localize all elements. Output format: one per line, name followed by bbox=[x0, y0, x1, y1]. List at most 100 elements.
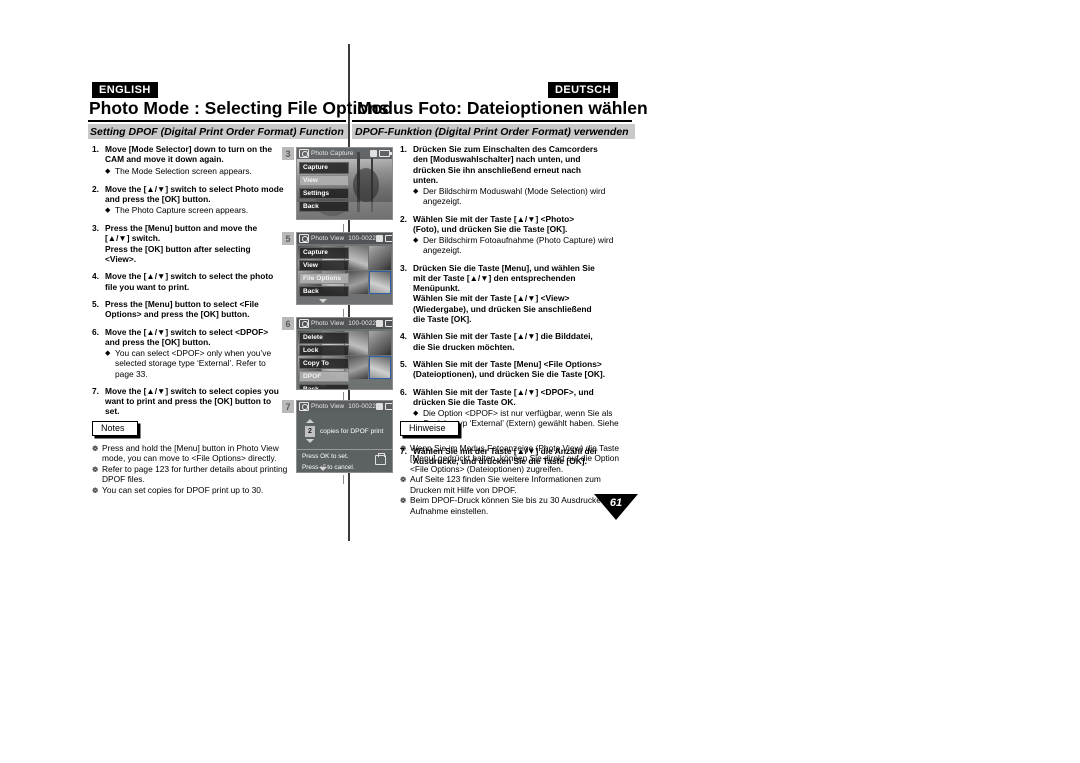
screen-menu-item[interactable]: Copy To bbox=[299, 357, 349, 370]
step-text: Move [Mode Selector] down to turn on the… bbox=[105, 144, 284, 177]
dpof-copies-value[interactable]: 2 bbox=[305, 426, 315, 437]
screen-status-icons-7 bbox=[376, 402, 392, 411]
note-item: ❁ You can set copies for DPOF print up to… bbox=[92, 485, 290, 496]
diamond-bullet-icon: ◆ bbox=[105, 167, 111, 175]
clover-bullet-icon: ❁ bbox=[400, 475, 407, 485]
step-line: Wählen Sie mit der Taste [▲/▼] die Bildd… bbox=[413, 331, 593, 342]
step-line: Move the [▲/▼] switch to select <DPOF> bbox=[105, 326, 269, 337]
screen-status-icons-6 bbox=[376, 319, 392, 328]
step-text: Move the [▲/▼] switch to select Photo mo… bbox=[105, 184, 284, 217]
step-bullet: ◆ Der Bildschirm Moduswahl (Mode Selectio… bbox=[413, 186, 628, 206]
figure-step-badge-6: 6 bbox=[282, 317, 294, 330]
dpof-dialog-body: 2 copies for DPOF print Press OK to set.… bbox=[297, 412, 392, 472]
step-line: Move the [▲/▼] switch to select copies y… bbox=[105, 385, 279, 396]
step-bullets: ◆ The Photo Capture screen appears. bbox=[105, 205, 284, 216]
thumbnail-selected[interactable] bbox=[368, 270, 391, 294]
instruction-step: 1. Move [Mode Selector] down to turn on t… bbox=[92, 144, 284, 177]
step-number: 4. bbox=[92, 271, 99, 282]
thumbnail-selected[interactable] bbox=[368, 355, 391, 379]
figure-step-badge-7: 7 bbox=[282, 400, 294, 413]
step-text: Wählen Sie mit der Taste [Menu] <File Op… bbox=[413, 359, 628, 380]
manual-page: ENGLISH DEUTSCH Photo Mode : Selecting F… bbox=[0, 0, 1080, 763]
step-number: 5. bbox=[92, 298, 99, 309]
figure-dpof-copies-dialog: 2 copies for DPOF print Press OK to set.… bbox=[296, 400, 393, 473]
note-item: ❁ Press and hold the [Menu] button in Pho… bbox=[92, 443, 290, 464]
screen-menu-item[interactable]: Delete bbox=[299, 332, 349, 344]
page-number-badge: 61 bbox=[594, 494, 638, 520]
figure-step-badge-3: 3 bbox=[282, 147, 294, 160]
scroll-down-arrow-icon[interactable] bbox=[319, 299, 327, 303]
step-line: (Dateioptionen), und drücken Sie die Tas… bbox=[413, 369, 606, 380]
screen-menu-item[interactable]: DPOF bbox=[299, 370, 349, 383]
increment-arrow-icon[interactable] bbox=[306, 419, 314, 423]
figure-connector-tick bbox=[343, 475, 344, 484]
step-line: Press the [OK] button after selecting <V… bbox=[105, 243, 251, 265]
clover-bullet-icon: ❁ bbox=[92, 465, 99, 475]
clover-bullet-icon: ❁ bbox=[92, 444, 99, 453]
screen-menu-item[interactable]: Back bbox=[299, 285, 349, 298]
figure-photo-view-file-options: Photo View 100-0022 Capture View File Opti… bbox=[296, 232, 393, 305]
dpof-hint-cancel: Press ⏎ to cancel. bbox=[302, 464, 355, 471]
dpof-hint-ok: Press OK to set. bbox=[302, 453, 349, 460]
step-bullets: ◆ The Mode Selection screen appears. bbox=[105, 166, 284, 177]
step-line: file you want to print. bbox=[105, 281, 190, 292]
screen-menu-item[interactable]: Capture bbox=[299, 247, 349, 259]
instruction-step: 5. Wählen Sie mit der Taste [Menu] <File … bbox=[400, 359, 628, 380]
step-text: Wählen Sie mit der Taste [▲/▼] <Photo> (F… bbox=[413, 214, 628, 256]
screen-menu-item[interactable]: Lock bbox=[299, 344, 349, 357]
bullet-text: You can select <DPOF> only when you’ve s… bbox=[115, 348, 272, 379]
screen-menu-item[interactable]: Back bbox=[299, 383, 349, 389]
screen-status-icons-3 bbox=[370, 149, 392, 158]
screen-menu-item[interactable]: View bbox=[299, 259, 349, 272]
memory-card-icon bbox=[376, 403, 384, 410]
notes-label-english: Notes bbox=[92, 420, 138, 436]
title-rule-english bbox=[88, 120, 346, 122]
screen-menu-5[interactable]: Capture View File Options Back bbox=[299, 247, 349, 299]
step-line: (Foto), und drücken Sie die Taste [OK]. bbox=[413, 223, 568, 234]
step-text: Move the [▲/▼] switch to select the phot… bbox=[105, 271, 284, 292]
notes-list-english: ❁ Press and hold the [Menu] button in Pho… bbox=[92, 443, 290, 496]
screen-menu-item[interactable]: Capture bbox=[299, 162, 349, 174]
notes-box-english: Notes ❁ Press and hold the [Menu] button … bbox=[92, 418, 290, 497]
instruction-step: 2. Wählen Sie mit der Taste [▲/▼] <Photo>… bbox=[400, 214, 628, 256]
camera-icon bbox=[299, 149, 309, 158]
step-number: 1. bbox=[92, 144, 99, 154]
clover-bullet-icon: ❁ bbox=[92, 486, 99, 496]
screen-menu-item[interactable]: File Options bbox=[299, 272, 349, 285]
diamond-bullet-icon: ◆ bbox=[413, 188, 419, 196]
instruction-step: 3. Press the [Menu] button and move the [▲… bbox=[92, 223, 284, 264]
step-line: Wählen Sie mit der Taste [▲/▼] <View> bbox=[413, 293, 570, 304]
screen-menu-6[interactable]: Delete Lock Copy To DPOF Back bbox=[299, 332, 349, 389]
step-line: Move the [▲/▼] switch to select Photo mo… bbox=[105, 183, 284, 194]
screen-titlebar-5: Photo View 100-0022 bbox=[297, 233, 392, 244]
step-bullets: ◆ You can select <DPOF> only when you’ve … bbox=[105, 348, 284, 379]
screen-menu-3[interactable]: Capture View Settings Back bbox=[299, 162, 349, 214]
step-number: 1. bbox=[400, 144, 407, 154]
section-subtitle-english: Setting DPOF (Digital Print Order Format… bbox=[88, 124, 348, 139]
dpof-copies-label: copies for DPOF print bbox=[320, 428, 384, 435]
thumbnail[interactable] bbox=[368, 246, 391, 270]
decrement-arrow-icon[interactable] bbox=[306, 439, 314, 443]
bullet-text: The Photo Capture screen appears. bbox=[115, 205, 249, 216]
bullet-text: Der Bildschirm Moduswahl (Mode Selection… bbox=[423, 186, 606, 207]
instruction-step: 6. Move the [▲/▼] switch to select <DPOF>… bbox=[92, 327, 284, 379]
screen-menu-item[interactable]: View bbox=[299, 174, 349, 187]
screen-titlebar-3: Photo Capture bbox=[297, 148, 392, 159]
step-line: den [Moduswahlschalter] nach unten, und bbox=[413, 154, 581, 165]
step-number: 3. bbox=[92, 223, 99, 234]
memory-card-icon bbox=[376, 320, 384, 327]
screen-menu-item[interactable]: Settings bbox=[299, 187, 349, 200]
screen-menu-item[interactable]: Back bbox=[299, 200, 349, 213]
scroll-down-arrow-icon[interactable] bbox=[319, 467, 327, 471]
step-line: set. bbox=[105, 406, 120, 417]
thumbnail[interactable] bbox=[368, 331, 391, 355]
step-line: and press the [OK] button. bbox=[105, 193, 211, 204]
note-text: Refer to page 123 for further details ab… bbox=[102, 464, 288, 485]
bullet-text: The Mode Selection screen appears. bbox=[115, 165, 252, 176]
step-line: Press the [Menu] button and move the bbox=[105, 223, 258, 234]
dpof-divider bbox=[297, 449, 392, 450]
step-text: Move the [▲/▼] switch to select <DPOF> an… bbox=[105, 327, 284, 379]
step-line: Wählen Sie mit der Taste [Menu] <File Op… bbox=[413, 358, 602, 369]
step-text: Press the [Menu] button and move the [▲/▼… bbox=[105, 223, 284, 264]
figure-photo-capture-menu: Photo Capture Capture View Settings Back bbox=[296, 147, 393, 220]
